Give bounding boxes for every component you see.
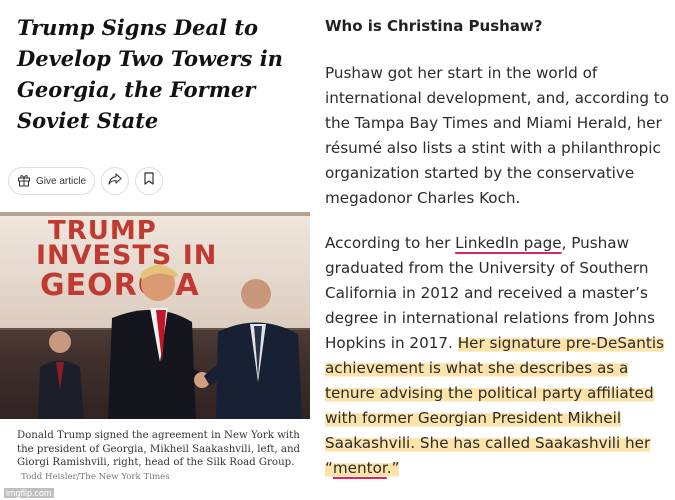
mentor-link[interactable]: mentor [333,459,387,477]
save-button[interactable] [135,167,164,195]
share-button[interactable] [101,167,130,195]
share-arrow-icon [108,172,122,190]
p2-start: According to her [325,234,456,252]
linkedin-link[interactable]: LinkedIn page [455,234,561,252]
caption-text: Donald Trump signed the agreement in New… [17,430,301,468]
article-headline: Trump Signs Deal to Develop Two Towers i… [17,15,283,133]
p2-end: .” [386,459,400,477]
watermark: imgflip.com [4,488,54,498]
gift-icon [17,173,31,190]
give-article-button[interactable]: Give article [8,167,96,195]
photo-credit: Todd Heisler/The New York Times [21,471,170,482]
give-article-label: Give article [36,175,87,187]
article-panel: Trump Signs Deal to Develop Two Towers i… [0,0,312,500]
paragraph-1: Pushaw got her start in the world of int… [325,64,670,207]
profile-panel: Who is Christina Pushaw? Pushaw got her … [312,0,675,500]
article-photo: TRUMP INVESTS IN GEORGIA [0,212,310,419]
photo-caption: Donald Trump signed the agreement in New… [17,429,302,484]
article-toolbar: Give article [8,167,164,195]
paragraph-2: According to her LinkedIn page, Pushaw g… [325,231,670,481]
highlighted-text: Her signature pre-DeSantis achievement i… [325,334,664,477]
bookmark-icon [144,172,154,190]
p2-highlight: Her signature pre-DeSantis achievement i… [325,334,664,477]
section-heading: Who is Christina Pushaw? [325,17,543,35]
photo-people-illustration [0,265,310,419]
